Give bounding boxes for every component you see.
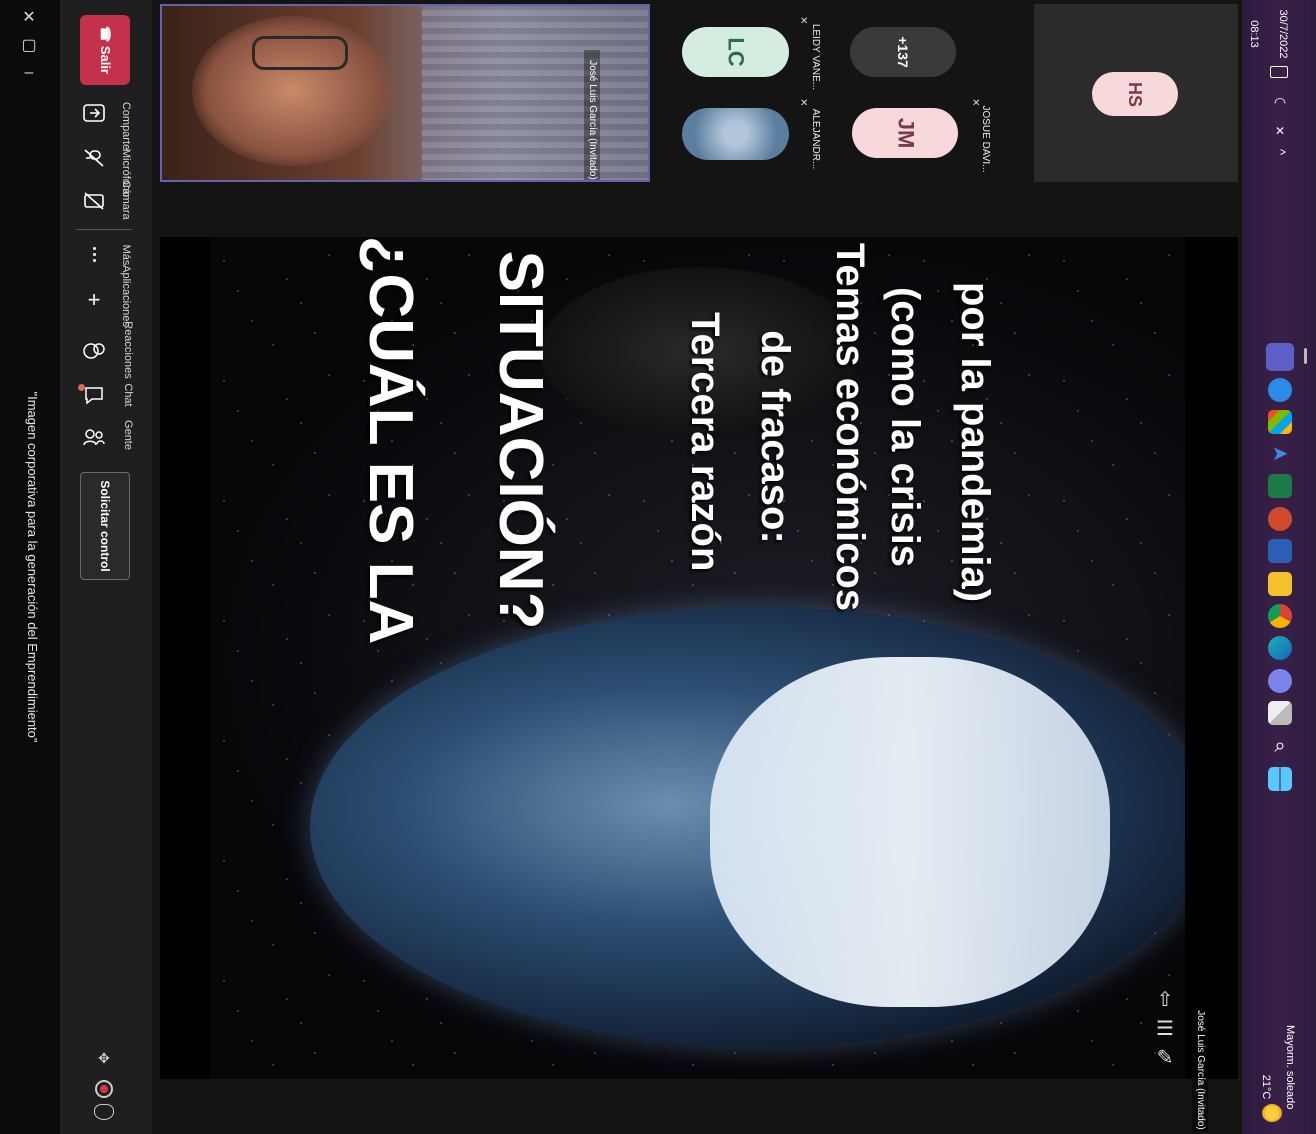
windows-start-icon[interactable] — [1268, 767, 1292, 791]
camera-button[interactable] — [80, 188, 108, 214]
arrow-icon[interactable]: ⇦ — [1157, 1074, 1174, 1079]
mic-button[interactable] — [80, 145, 108, 171]
edge-app-icon[interactable] — [1268, 636, 1292, 660]
active-app-indicator — [1304, 348, 1307, 364]
chat-bubble-icon — [85, 387, 103, 405]
slide-mask-image — [710, 657, 1110, 1007]
mic-off-icon: ✕ — [800, 16, 809, 27]
avatar-hs: HS — [1092, 72, 1178, 116]
people-icon — [83, 429, 105, 446]
chat-unread-dot — [78, 384, 85, 391]
people-label: Gente — [122, 420, 134, 450]
pen-icon[interactable]: ✎ — [1157, 1045, 1174, 1070]
mic-off-icon: ✕ — [972, 98, 981, 109]
slide-body-line: (como la crisis — [883, 286, 927, 568]
participant-tile-hs[interactable]: HS — [1034, 4, 1238, 182]
search-icon[interactable]: ⌕ — [1268, 734, 1292, 758]
leave-label: Salir — [98, 45, 113, 74]
plus-icon: + — [87, 287, 101, 312]
phone-icon: ☎ — [98, 26, 113, 46]
camera-off-icon — [84, 192, 104, 210]
weather-temp[interactable]: 21°C — [1259, 1069, 1273, 1105]
wifi-icon[interactable]: ◠ — [1270, 94, 1290, 114]
pointer-icon[interactable]: ⇧ — [1157, 987, 1174, 1012]
camera-label: Cámara — [120, 180, 132, 220]
minimize-icon[interactable]: – — [18, 62, 40, 84]
slide-body-line: por la pandemia) — [953, 282, 997, 603]
maximize-icon[interactable]: ▢ — [18, 34, 40, 56]
avatar-initials: HS — [1125, 81, 1146, 107]
avatar-jm[interactable]: JM — [852, 108, 958, 158]
reactions-hand-icon — [83, 343, 105, 359]
leave-button[interactable]: ☎ Salir — [80, 15, 130, 85]
teams-app-icon[interactable] — [1266, 343, 1294, 371]
avatar-alejandr[interactable] — [682, 108, 789, 160]
apps-button[interactable]: + — [82, 287, 106, 312]
more-button[interactable]: ⋯ — [82, 242, 106, 266]
request-control-label: Solicitar control — [98, 480, 112, 572]
presenter-label: José Luis García (Invitado) — [1192, 1008, 1208, 1132]
reactions-button[interactable] — [80, 338, 108, 364]
task-view-icon[interactable] — [1268, 701, 1292, 725]
shared-slide: ¿CUÁL ES LA SITUACIÓN? Tercera razón de … — [160, 237, 1238, 1079]
close-icon[interactable]: ✕ — [18, 6, 40, 28]
weather-desc[interactable]: Mayorm. soleado — [1283, 1025, 1297, 1109]
slide-body-line: Temas económicos — [828, 242, 872, 612]
taskbar-time[interactable]: 08:13 — [1246, 14, 1262, 54]
main-video-tile[interactable]: José Luis García (Invitado) — [160, 4, 650, 182]
request-control-button[interactable]: Solicitar control — [80, 472, 130, 580]
chat-button[interactable] — [78, 382, 108, 408]
shield-icon — [94, 1104, 114, 1120]
word-app-icon[interactable] — [1268, 539, 1292, 563]
video-glasses — [252, 36, 348, 70]
chat-app-icon[interactable] — [1268, 669, 1292, 693]
slide-title-line2: SITUACIÓN? — [486, 250, 555, 630]
record-icon — [95, 1080, 113, 1098]
notes-icon[interactable]: ☰ — [1156, 1016, 1174, 1041]
chat-label: Chat — [122, 383, 134, 407]
file-explorer-icon[interactable] — [1268, 572, 1292, 596]
more-participants-count: +137 — [894, 36, 911, 68]
taskbar-date[interactable]: 30/7/2022 — [1275, 7, 1291, 61]
share-tray-icon — [83, 104, 105, 122]
chrome-app-icon[interactable] — [1268, 604, 1292, 628]
powerpoint-app-icon[interactable] — [1268, 507, 1292, 531]
tray-chevron-icon[interactable]: ^ — [1272, 144, 1288, 160]
store-app-icon[interactable] — [1268, 410, 1292, 434]
people-button[interactable] — [80, 424, 108, 450]
avatar-initials: JM — [893, 117, 918, 149]
slide-body-line: de fracaso: — [753, 330, 797, 544]
excel-app-icon[interactable] — [1268, 474, 1292, 498]
weather-sun-icon — [1262, 1104, 1282, 1122]
slide-body-line: Tercera razón — [683, 312, 727, 572]
browser-app-icon[interactable] — [1268, 378, 1292, 402]
mic-off-icon: ✕ — [800, 98, 809, 109]
slide-annotation-tools[interactable]: ⇧ ☰ ✎ ⇦ — [1145, 987, 1185, 1079]
mic-off-icon — [84, 149, 104, 167]
windows-taskbar — [1242, 0, 1316, 1134]
more-participants-badge[interactable]: +137 — [850, 27, 956, 77]
mic-muted-tray-icon[interactable]: ✕ — [1270, 124, 1290, 144]
toolbar-divider — [76, 229, 132, 230]
slide-canvas: ¿CUÁL ES LA SITUACIÓN? Tercera razón de … — [210, 237, 1185, 1079]
move-handle-icon[interactable]: ✥ — [94, 1050, 114, 1070]
avatar-initials: LC — [723, 37, 749, 67]
window-title: "Imagen corporativa para la generación d… — [25, 391, 40, 743]
share-button[interactable] — [80, 100, 108, 126]
app-arrow-icon[interactable]: ➤ — [1268, 442, 1292, 466]
slide-title-line1: ¿CUÁL ES LA — [356, 237, 425, 645]
main-video-name: José Luis García (Invitado) — [584, 50, 600, 180]
more-dots-icon: ⋯ — [84, 245, 105, 263]
avatar-lc[interactable]: LC — [682, 27, 789, 77]
battery-icon[interactable] — [1270, 66, 1288, 78]
video-shirt — [422, 6, 648, 180]
